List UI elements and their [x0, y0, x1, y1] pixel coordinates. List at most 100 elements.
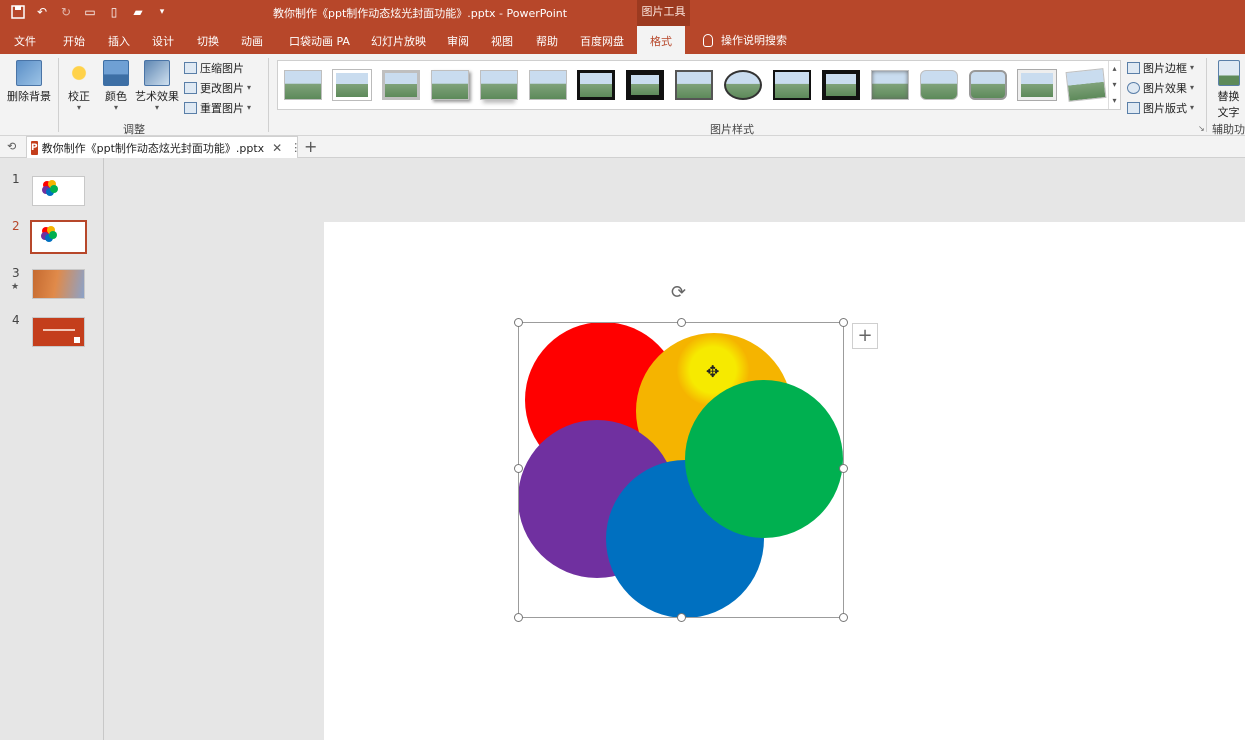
alt-text-icon [1217, 60, 1240, 86]
resize-handle-top-left[interactable] [514, 318, 523, 327]
picture-border-button[interactable]: 图片边框 ▾ [1127, 60, 1194, 76]
tell-me-search[interactable]: 操作说明搜索 [703, 32, 787, 48]
tab-baidu-netdisk[interactable]: 百度网盘 [580, 33, 624, 49]
rotate-handle-icon[interactable]: ⟳ [671, 282, 686, 303]
picture-style-oval[interactable] [724, 70, 762, 100]
tab-pocket-animation[interactable]: 口袋动画 PA [289, 33, 350, 49]
compress-icon [184, 62, 197, 74]
alt-text-button[interactable]: 替换 文字 [1212, 60, 1245, 120]
remove-background-icon [16, 60, 42, 86]
artistic-effects-label: 艺术效果 [135, 90, 179, 103]
logo-mark [74, 337, 80, 343]
tab-slideshow[interactable]: 幻灯片放映 [371, 33, 426, 49]
customize-qat-icon[interactable]: ▾ [154, 4, 170, 20]
artistic-effects-button[interactable]: 艺术效果 ▾ [134, 60, 180, 112]
picture-style-thick-black-frame[interactable] [626, 70, 664, 100]
picture-style-drop-shadow[interactable] [431, 70, 469, 100]
picture-border-icon [1127, 62, 1140, 74]
resize-handle-top-right[interactable] [839, 318, 848, 327]
picture-style-gray-frame[interactable] [382, 70, 420, 100]
document-tab-strip: ⟲ P 教你制作《ppt制作动态炫光封面功能》.pptx ✕ ⋮ + [0, 136, 1245, 158]
gallery-scroll-up-icon[interactable]: ▴ [1109, 61, 1120, 77]
open-folder-icon[interactable]: ▰ [130, 4, 146, 20]
layout-options-plus-button[interactable]: + [852, 323, 878, 349]
chevron-down-icon: ▾ [113, 103, 118, 112]
undo-icon[interactable]: ↶ [34, 4, 50, 20]
history-icon[interactable]: ⟲ [7, 140, 16, 153]
slide-thumbnail-2[interactable] [30, 220, 87, 254]
remove-background-button[interactable]: 删除背景 [6, 60, 52, 104]
resize-handle-right[interactable] [839, 464, 848, 473]
gallery-scroll-down-icon[interactable]: ▾ [1109, 77, 1120, 93]
dialog-launcher-icon[interactable]: ↘ [1198, 124, 1205, 133]
compress-pictures-button[interactable]: 压缩图片 [184, 60, 244, 76]
resize-handle-bottom[interactable] [677, 613, 686, 622]
divider [58, 58, 59, 132]
tab-file[interactable]: 文件 [14, 33, 36, 49]
close-tab-icon[interactable]: ✕ [272, 141, 282, 155]
tab-view[interactable]: 视图 [491, 33, 513, 49]
picture-style-reflected[interactable] [480, 70, 518, 100]
new-tab-icon[interactable]: + [304, 137, 317, 156]
tab-help[interactable]: 帮助 [536, 33, 558, 49]
slide-number: 3 [12, 266, 20, 280]
picture-style-rotated-white[interactable] [1065, 68, 1107, 102]
picture-style-metal-frame[interactable] [773, 70, 811, 100]
tab-transitions[interactable]: 切换 [197, 33, 219, 49]
corrections-label: 校正 [68, 90, 90, 103]
new-file-icon[interactable]: ▯ [106, 4, 122, 20]
slide-thumbnail-1[interactable] [32, 176, 85, 206]
quick-access-toolbar: ↶ ↻ ▭ ▯ ▰ ▾ [10, 4, 170, 20]
picture-style-bevel[interactable] [871, 70, 909, 100]
picture-tools-context-label: 图片工具 [637, 0, 690, 26]
gallery-more-icon[interactable]: ▾ [1109, 93, 1120, 109]
window-title: 教你制作《ppt制作动态炫光封面功能》.pptx - PowerPoint [273, 7, 568, 20]
slide-thumbnail-3[interactable] [32, 269, 85, 299]
resize-handle-bottom-right[interactable] [839, 613, 848, 622]
reset-picture-button[interactable]: 重置图片 ▾ [184, 100, 251, 116]
tab-menu-icon[interactable]: ⋮ [290, 141, 301, 154]
slide-thumbnail-4[interactable] [32, 317, 85, 347]
color-button[interactable]: 颜色 ▾ [101, 60, 131, 112]
chevron-down-icon: ▾ [154, 103, 159, 112]
change-picture-button[interactable]: 更改图片 ▾ [184, 80, 251, 96]
chevron-down-icon: ▾ [247, 83, 252, 92]
picture-style-matte[interactable] [1018, 70, 1056, 100]
tab-animations[interactable]: 动画 [241, 33, 263, 49]
resize-handle-left[interactable] [514, 464, 523, 473]
picture-layout-button[interactable]: 图片版式 ▾ [1127, 100, 1194, 116]
gallery-scrollbar[interactable]: ▴ ▾ ▾ [1108, 61, 1120, 109]
picture-style-rounded-frame[interactable] [969, 70, 1007, 100]
picture-border-label: 图片边框 [1143, 62, 1187, 75]
lightbulb-icon [703, 33, 713, 47]
accessibility-group-label: 辅助功 [1212, 123, 1245, 136]
tab-home[interactable]: 开始 [63, 33, 85, 49]
picture-color-icon [103, 60, 129, 86]
selection-box[interactable] [518, 322, 844, 618]
picture-style-black-frame[interactable] [577, 70, 615, 100]
slideshow-from-beginning-icon[interactable]: ▭ [82, 4, 98, 20]
compress-label: 压缩图片 [200, 62, 244, 75]
resize-handle-top[interactable] [677, 318, 686, 327]
picture-effects-button[interactable]: 图片效果 ▾ [1127, 80, 1194, 96]
redo-icon[interactable]: ↻ [58, 4, 74, 20]
divider [268, 58, 269, 132]
tab-insert[interactable]: 插入 [108, 33, 130, 49]
picture-style-soft-edge[interactable] [529, 70, 567, 100]
picture-style-double-frame[interactable] [822, 70, 860, 100]
save-icon[interactable] [10, 4, 26, 20]
slide-number: 4 [12, 313, 20, 327]
tab-format[interactable]: 格式 [637, 26, 685, 54]
tab-design[interactable]: 设计 [152, 33, 174, 49]
document-tab-name: 教你制作《ppt制作动态炫光封面功能》.pptx [41, 141, 265, 155]
reset-picture-icon [184, 102, 197, 114]
document-tab[interactable]: P 教你制作《ppt制作动态炫光封面功能》.pptx ✕ ⋮ [26, 136, 301, 158]
tab-review[interactable]: 审阅 [447, 33, 469, 49]
move-cursor-icon: ✥ [706, 362, 720, 381]
picture-style-simple-frame[interactable] [284, 70, 322, 100]
picture-style-rounded[interactable] [920, 70, 958, 100]
resize-handle-bottom-left[interactable] [514, 613, 523, 622]
picture-style-thin-dark-frame[interactable] [675, 70, 713, 100]
picture-style-white-frame[interactable] [333, 70, 371, 100]
corrections-button[interactable]: 校正 ▾ [64, 60, 94, 112]
